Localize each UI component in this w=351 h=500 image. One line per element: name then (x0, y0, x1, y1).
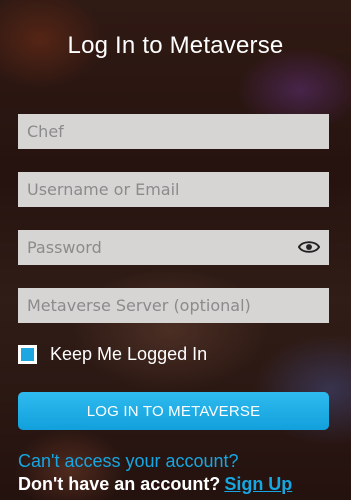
page-title: Log In to Metaverse (67, 32, 284, 59)
login-button[interactable]: LOG IN TO METAVERSE (18, 392, 329, 430)
display-name-input[interactable] (27, 114, 320, 149)
password-field[interactable] (18, 230, 329, 265)
username-input[interactable] (27, 172, 320, 207)
signup-link[interactable]: Sign Up (224, 474, 292, 494)
no-account-text: Don't have an account? (18, 474, 221, 494)
server-field[interactable] (18, 288, 329, 323)
password-input[interactable] (27, 230, 287, 265)
username-field[interactable] (18, 172, 329, 207)
checkbox-checked-indicator (21, 348, 34, 361)
display-name-field[interactable] (18, 114, 329, 149)
server-input[interactable] (27, 288, 320, 323)
eye-icon[interactable] (298, 239, 320, 255)
keep-logged-in-row[interactable]: Keep Me Logged In (18, 344, 207, 365)
keep-logged-in-checkbox[interactable] (18, 345, 37, 364)
cant-access-link[interactable]: Can't access your account? (18, 451, 239, 472)
signup-row: Don't have an account? Sign Up (18, 474, 292, 495)
keep-logged-in-label: Keep Me Logged In (50, 344, 208, 364)
